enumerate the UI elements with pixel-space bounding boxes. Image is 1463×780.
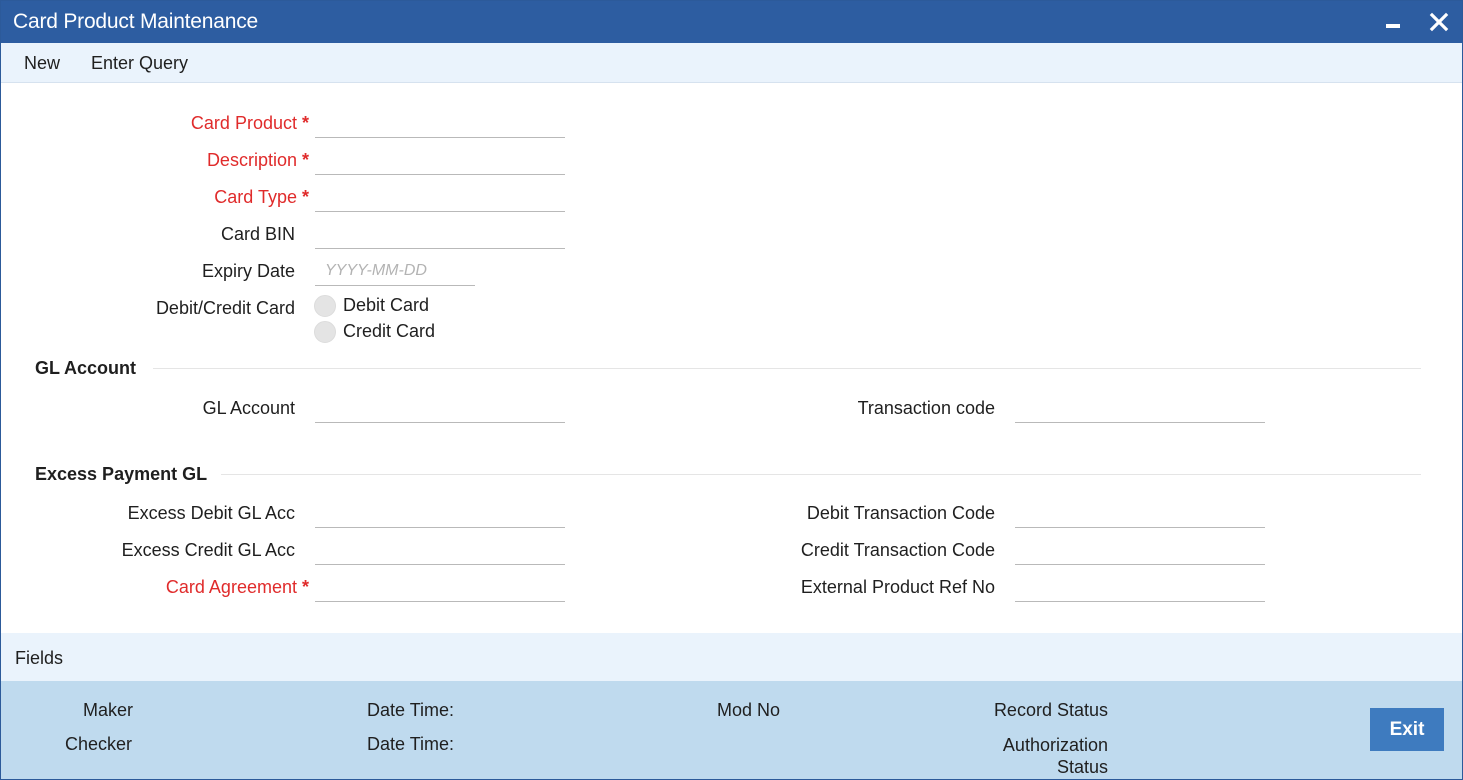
- expiry-date-field[interactable]: [315, 256, 475, 286]
- card-bin-label: Card BIN: [220, 224, 295, 244]
- new-menu-item[interactable]: New: [24, 53, 60, 74]
- debit-card-radio[interactable]: [314, 295, 336, 317]
- excess-debit-gl-acc-field[interactable]: [315, 498, 565, 528]
- excess-credit-gl-acc-field[interactable]: [315, 535, 565, 565]
- gl-account-section-divider: [153, 368, 1421, 369]
- enter-query-menu-item[interactable]: Enter Query: [91, 53, 188, 74]
- card-type-label: Card Type *: [214, 187, 309, 207]
- card-bin-field[interactable]: [315, 219, 565, 249]
- transaction-code-label: Transaction code: [857, 398, 995, 418]
- credit-transaction-code-label: Credit Transaction Code: [800, 540, 995, 560]
- menu-bar: New Enter Query: [1, 43, 1462, 83]
- card-agreement-label: Card Agreement *: [165, 577, 309, 597]
- audit-footer: Maker Checker Date Time: Date Time: Mod …: [1, 681, 1462, 779]
- credit-transaction-code-field[interactable]: [1015, 535, 1265, 565]
- record-status-label: Record Status: [993, 700, 1108, 720]
- debit-transaction-code-label: Debit Transaction Code: [806, 503, 995, 523]
- transaction-code-field[interactable]: [1015, 393, 1265, 423]
- excess-debit-gl-acc-label: Excess Debit GL Acc: [127, 503, 295, 523]
- gl-account-field[interactable]: [315, 393, 565, 423]
- title-bar: Card Product Maintenance: [1, 1, 1462, 43]
- external-product-ref-no-label: External Product Ref No: [800, 577, 995, 597]
- minimize-icon[interactable]: [1379, 7, 1407, 37]
- excess-credit-gl-acc-label: Excess Credit GL Acc: [121, 540, 295, 560]
- card-product-field[interactable]: [315, 108, 565, 138]
- gl-account-label: GL Account: [202, 398, 295, 418]
- card-product-maintenance-window: Card Product Maintenance New Enter Query…: [0, 0, 1463, 780]
- external-product-ref-no-field[interactable]: [1015, 572, 1265, 602]
- close-icon[interactable]: [1425, 7, 1453, 37]
- checker-date-time-label: Date Time:: [367, 734, 455, 754]
- description-field[interactable]: [315, 145, 565, 175]
- fields-link[interactable]: Fields: [15, 648, 63, 669]
- card-product-label: Card Product *: [190, 113, 309, 133]
- maker-label: Maker: [83, 700, 134, 720]
- exit-button[interactable]: Exit: [1370, 708, 1444, 751]
- checker-label: Checker: [65, 734, 133, 754]
- debit-card-radio-label: Debit Card: [343, 295, 430, 315]
- fields-bar: Fields: [1, 633, 1462, 681]
- gl-account-section-title: GL Account: [35, 358, 137, 378]
- maker-date-time-label: Date Time:: [367, 700, 455, 720]
- credit-card-radio-label: Credit Card: [343, 321, 436, 341]
- authorization-status-label: Authorization Status: [1002, 735, 1108, 777]
- excess-payment-gl-section-title: Excess Payment GL: [35, 464, 208, 484]
- mod-no-label: Mod No: [717, 700, 781, 720]
- window-title: Card Product Maintenance: [13, 10, 259, 33]
- card-type-field[interactable]: [315, 182, 565, 212]
- card-agreement-field[interactable]: [315, 572, 565, 602]
- debit-transaction-code-field[interactable]: [1015, 498, 1265, 528]
- expiry-date-label: Expiry Date: [201, 261, 295, 281]
- credit-card-radio[interactable]: [314, 321, 336, 343]
- excess-payment-gl-section-divider: [221, 474, 1421, 475]
- description-label: Description *: [206, 150, 309, 170]
- debit-credit-card-label: Debit/Credit Card: [155, 298, 295, 318]
